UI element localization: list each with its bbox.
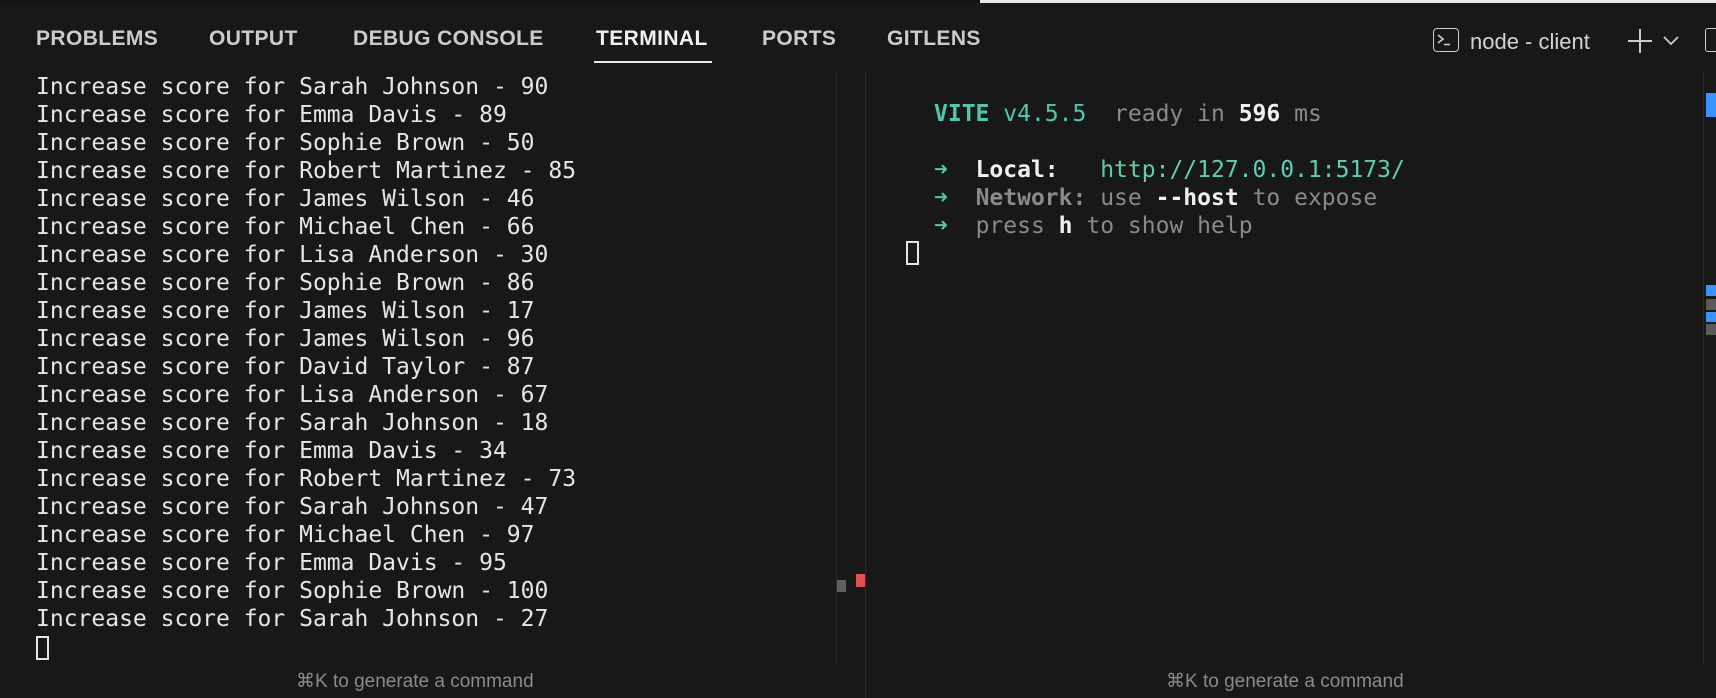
network-flag: --host — [1155, 185, 1239, 211]
vite-ready-line: VITE v4.5.5 ready in 596 ms — [934, 100, 1405, 128]
generate-command-hint-left: ⌘K to generate a command — [296, 671, 534, 692]
local-label: Local: — [975, 157, 1059, 183]
scrollbar-marker — [1706, 312, 1716, 322]
tab-debug-console[interactable]: DEBUG CONSOLE — [353, 27, 544, 57]
terminal-line: Increase score for Sarah Johnson - 27 — [36, 606, 549, 632]
generate-command-hint-right: ⌘K to generate a command — [1166, 671, 1404, 692]
terminal-line: Increase score for James Wilson - 17 — [36, 298, 535, 324]
arrow-icon: ➜ — [934, 213, 948, 239]
network-pre: use — [1100, 185, 1142, 211]
terminal-line: Increase score for James Wilson - 96 — [36, 326, 535, 352]
network-label: Network: — [975, 185, 1087, 211]
new-terminal-plus-icon[interactable] — [1627, 28, 1653, 54]
terminal-line: Increase score for Sophie Brown - 100 — [36, 578, 549, 604]
terminal-line: Increase score for Lisa Anderson - 30 — [36, 242, 549, 268]
terminal-line: Increase score for Michael Chen - 66 — [36, 214, 535, 240]
terminal-line: Increase score for Emma Davis - 89 — [36, 102, 507, 128]
help-post: to show help — [1086, 213, 1253, 239]
local-url-link[interactable]: http://127.0.0.1:5173/ — [1100, 157, 1405, 183]
ready-text: ready in — [1114, 101, 1225, 127]
help-key: h — [1058, 213, 1073, 239]
terminal-pane-right[interactable]: VITE v4.5.5 ready in 596 ms ➜ Local: htt… — [866, 73, 1696, 663]
vite-output: VITE v4.5.5 ready in 596 ms ➜ Local: htt… — [934, 100, 1405, 240]
terminal-line: Increase score for Robert Martinez - 73 — [36, 466, 577, 492]
ms-unit: ms — [1294, 101, 1322, 127]
vite-version: v4.5.5 — [1003, 101, 1087, 127]
arrow-icon: ➜ — [934, 185, 948, 211]
tab-terminal[interactable]: TERMINAL — [594, 27, 712, 63]
terminal-line: Increase score for Emma Davis - 95 — [36, 550, 507, 576]
network-post: to expose — [1252, 185, 1378, 211]
network-line: ➜ Network: use --host to expose — [934, 184, 1405, 212]
terminal-pane-left[interactable]: Increase score for Sarah Johnson - 90 In… — [0, 73, 836, 663]
terminal-line: Increase score for Robert Martinez - 85 — [36, 158, 577, 184]
terminal-scrollbar-right[interactable] — [1703, 73, 1716, 663]
terminal-line: Increase score for Emma Davis - 34 — [36, 438, 507, 464]
terminal-cursor — [906, 241, 919, 265]
terminal-line: Increase score for Sophie Brown - 86 — [36, 270, 535, 296]
split-panel-icon[interactable] — [1705, 28, 1716, 52]
scrollbar-marker — [1706, 285, 1716, 296]
scrollbar-marker — [1706, 299, 1716, 310]
help-line: ➜ press h to show help — [934, 212, 1405, 240]
local-line: ➜ Local: http://127.0.0.1:5173/ — [934, 156, 1405, 184]
tab-problems[interactable]: PROBLEMS — [36, 27, 158, 57]
tab-output[interactable]: OUTPUT — [209, 27, 298, 57]
vite-name: VITE — [934, 101, 990, 127]
panel-tab-bar: PROBLEMS OUTPUT DEBUG CONSOLE TERMINAL P… — [0, 3, 1716, 73]
tab-ports[interactable]: PORTS — [762, 27, 836, 57]
terminal-cursor-line — [36, 633, 576, 661]
scrollbar-marker — [1706, 93, 1716, 117]
terminal-line: Increase score for Sophie Brown - 50 — [36, 130, 535, 156]
scrollbar-error-marker — [856, 574, 865, 587]
terminal-output-left: Increase score for Sarah Johnson - 90 In… — [36, 73, 576, 661]
scrollbar-marker — [837, 580, 846, 592]
arrow-icon: ➜ — [934, 157, 948, 183]
terminal-selector-label[interactable]: node - client — [1470, 29, 1590, 55]
terminal-line: Increase score for Michael Chen - 97 — [36, 522, 535, 548]
terminal-prompt-icon[interactable] — [1433, 28, 1459, 52]
terminal-line: Increase score for Sarah Johnson - 47 — [36, 494, 549, 520]
terminal-line: Increase score for Lisa Anderson - 67 — [36, 382, 549, 408]
ready-ms: 596 — [1238, 101, 1281, 127]
terminal-line: Increase score for Sarah Johnson - 18 — [36, 410, 549, 436]
terminal-line: Increase score for David Taylor - 87 — [36, 354, 535, 380]
scrollbar-marker — [1706, 324, 1716, 335]
terminal-cursor — [36, 635, 49, 660]
help-pre: press — [975, 213, 1045, 239]
chevron-down-icon[interactable] — [1663, 36, 1679, 46]
tab-gitlens[interactable]: GITLENS — [887, 27, 981, 57]
terminal-line: Increase score for Sarah Johnson - 90 — [36, 74, 549, 100]
terminal-line: Increase score for James Wilson - 46 — [36, 186, 535, 212]
